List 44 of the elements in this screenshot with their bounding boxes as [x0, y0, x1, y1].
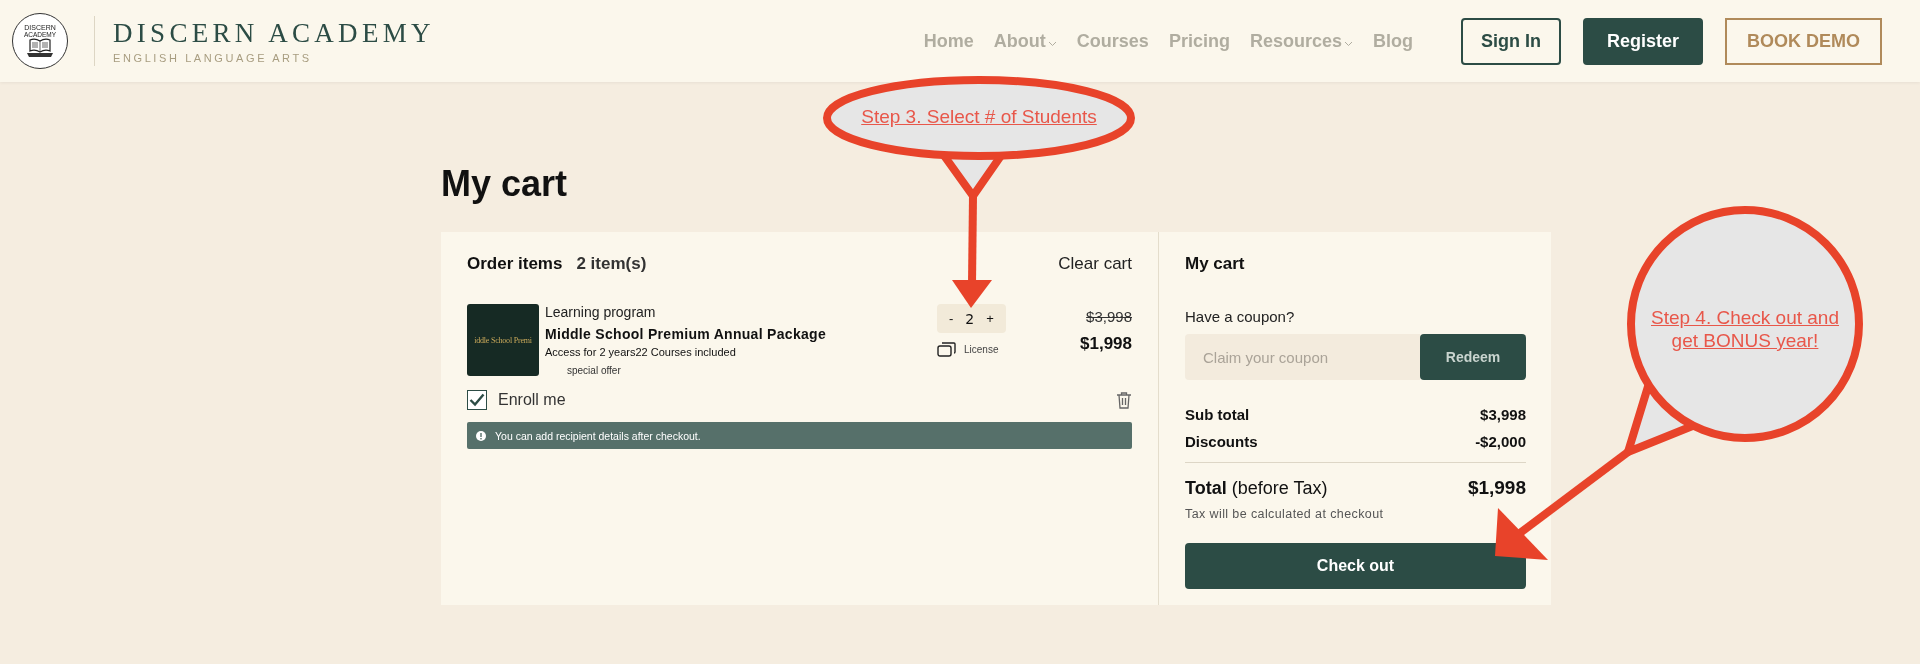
register-button[interactable]: Register: [1582, 17, 1703, 65]
item-count: 2 item(s): [576, 254, 647, 273]
clear-cart-button[interactable]: Clear cart: [1058, 254, 1132, 274]
summary-value: -$2,000: [1475, 433, 1526, 450]
original-price: $3,998: [1086, 308, 1132, 325]
notice-text: You can add recipient details after checkout.: [495, 429, 701, 442]
enroll-checkbox[interactable]: [467, 390, 487, 410]
tax-note: Tax will be calculated at checkout: [1185, 507, 1385, 521]
delete-icon[interactable]: [1116, 391, 1132, 409]
brand-tagline: ENGLISH LANGUAGE ARTS: [113, 52, 313, 64]
discounted-price: $1,998: [1080, 334, 1132, 354]
page-title: My cart: [441, 162, 569, 206]
product-thumbnail: iddle School Premi: [467, 304, 539, 376]
product-detail: 22 Courses included: [635, 346, 736, 358]
product-detail: Access for 2 years: [545, 346, 636, 358]
brand-name: DISCERN ACADEMY: [113, 18, 435, 48]
section-title: Order items: [467, 254, 563, 273]
summary-label: Sub total: [1185, 406, 1250, 423]
info-icon: [476, 430, 486, 441]
offer-label: special offer: [567, 365, 622, 376]
redeem-button[interactable]: Redeem: [1420, 334, 1526, 380]
sign-in-button[interactable]: Sign In: [1460, 17, 1561, 65]
total-value: $1,998: [1467, 477, 1526, 499]
summary-label: Discounts: [1185, 433, 1258, 450]
caret-icon: [1343, 41, 1353, 47]
license-label: License: [964, 344, 999, 355]
caret-icon: [1047, 41, 1057, 47]
section-title: My cart: [1185, 254, 1245, 273]
summary-value: $3,998: [1480, 406, 1526, 423]
laptop-book-icon: [25, 38, 55, 58]
decrease-button[interactable]: -: [943, 311, 960, 326]
coupon-field[interactable]: Claim your coupon: [1185, 334, 1420, 380]
quantity-stepper[interactable]: - 2 +: [937, 304, 1006, 333]
quantity-value: 2: [964, 310, 976, 327]
coupon-label: Have a coupon?: [1185, 308, 1296, 325]
checkout-button[interactable]: Check out: [1185, 543, 1526, 589]
product-name: Middle School Premium Annual Package: [545, 326, 827, 342]
annotation-text: Step 3. Select # of Students: [860, 105, 1098, 128]
annotation-text: Step 4. Check out and get BONUS year!: [1650, 306, 1840, 352]
enroll-label: Enroll me: [498, 391, 566, 409]
product-type: Learning program: [545, 304, 657, 320]
increase-button[interactable]: +: [980, 311, 1000, 326]
tickets-icon: [937, 342, 956, 357]
total-label: Total (before Tax): [1185, 477, 1328, 499]
